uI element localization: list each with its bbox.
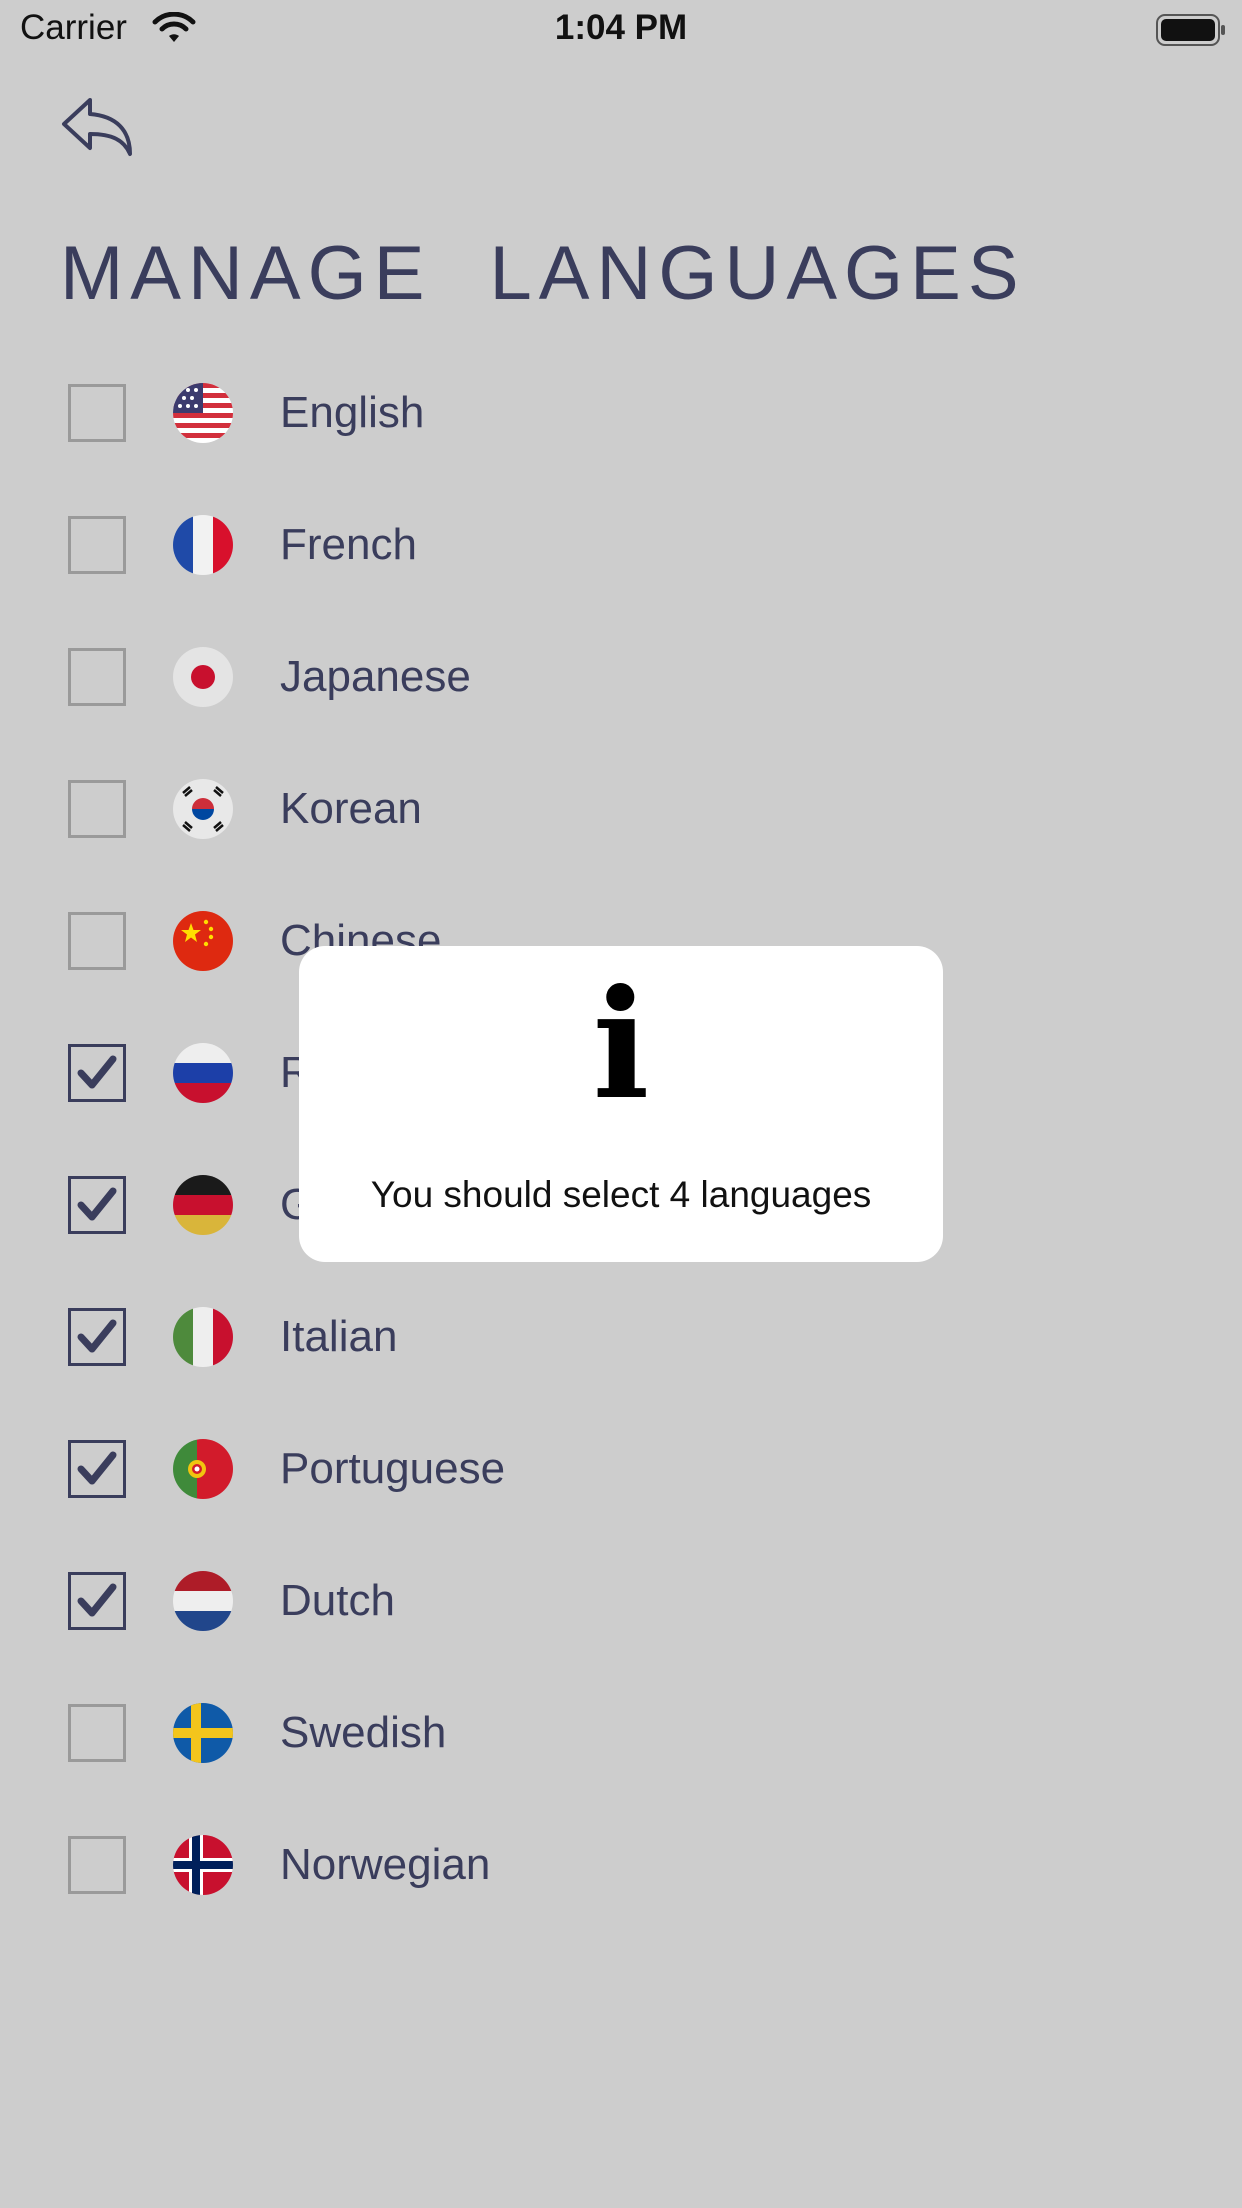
ru-flag-icon (173, 1043, 233, 1103)
checkbox-english[interactable] (68, 384, 126, 442)
checkmark-icon (77, 1583, 117, 1617)
no-flag-icon (173, 1835, 233, 1895)
checkbox-french[interactable] (68, 516, 126, 574)
se-flag-icon (173, 1703, 233, 1763)
language-label: Japanese (280, 652, 471, 701)
it-flag-icon (173, 1307, 233, 1367)
us-flag-icon (173, 383, 233, 443)
checkbox-swedish[interactable] (68, 1704, 126, 1762)
language-row-japanese[interactable]: Japanese (0, 628, 1242, 728)
alert-message: You should select 4 languages (370, 1174, 872, 1215)
language-row-swedish[interactable]: Swedish (0, 1684, 1242, 1784)
language-row-french[interactable]: French (0, 496, 1242, 596)
checkbox-chinese[interactable] (68, 912, 126, 970)
language-label: English (280, 388, 425, 437)
fr-flag-icon (173, 515, 233, 575)
kr-flag-icon (173, 779, 233, 839)
language-row-norwegian[interactable]: Norwegian (0, 1816, 1242, 1916)
checkbox-korean[interactable] (68, 780, 126, 838)
cn-flag-icon (173, 911, 233, 971)
checkmark-icon (77, 1187, 117, 1221)
language-row-italian[interactable]: Italian (0, 1288, 1242, 1388)
language-label: Norwegian (280, 1840, 491, 1889)
checkmark-icon (77, 1055, 117, 1089)
language-row-korean[interactable]: Korean (0, 760, 1242, 860)
language-label: Korean (280, 784, 422, 833)
checkbox-norwegian[interactable] (68, 1836, 126, 1894)
language-label: Swedish (280, 1708, 447, 1757)
checkbox-russian[interactable] (68, 1044, 126, 1102)
checkbox-dutch[interactable] (68, 1572, 126, 1630)
language-label: Dutch (280, 1576, 395, 1625)
jp-flag-icon (173, 647, 233, 707)
checkmark-icon (77, 1451, 117, 1485)
checkbox-portuguese[interactable] (68, 1440, 126, 1498)
checkmark-icon (77, 1319, 117, 1353)
checkbox-italian[interactable] (68, 1308, 126, 1366)
language-row-dutch[interactable]: Dutch (0, 1552, 1242, 1652)
pt-flag-icon (173, 1439, 233, 1499)
language-row-english[interactable]: English (0, 364, 1242, 464)
nl-flag-icon (173, 1571, 233, 1631)
language-label: Portuguese (280, 1444, 506, 1493)
language-label: French (280, 520, 417, 569)
info-icon: i (592, 957, 650, 1133)
de-flag-icon (173, 1175, 233, 1235)
checkbox-german[interactable] (68, 1176, 126, 1234)
language-label: Italian (280, 1312, 398, 1361)
checkbox-japanese[interactable] (68, 648, 126, 706)
language-row-portuguese[interactable]: Portuguese (0, 1420, 1242, 1520)
info-alert-modal[interactable]: i You should select 4 languages (299, 946, 943, 1262)
